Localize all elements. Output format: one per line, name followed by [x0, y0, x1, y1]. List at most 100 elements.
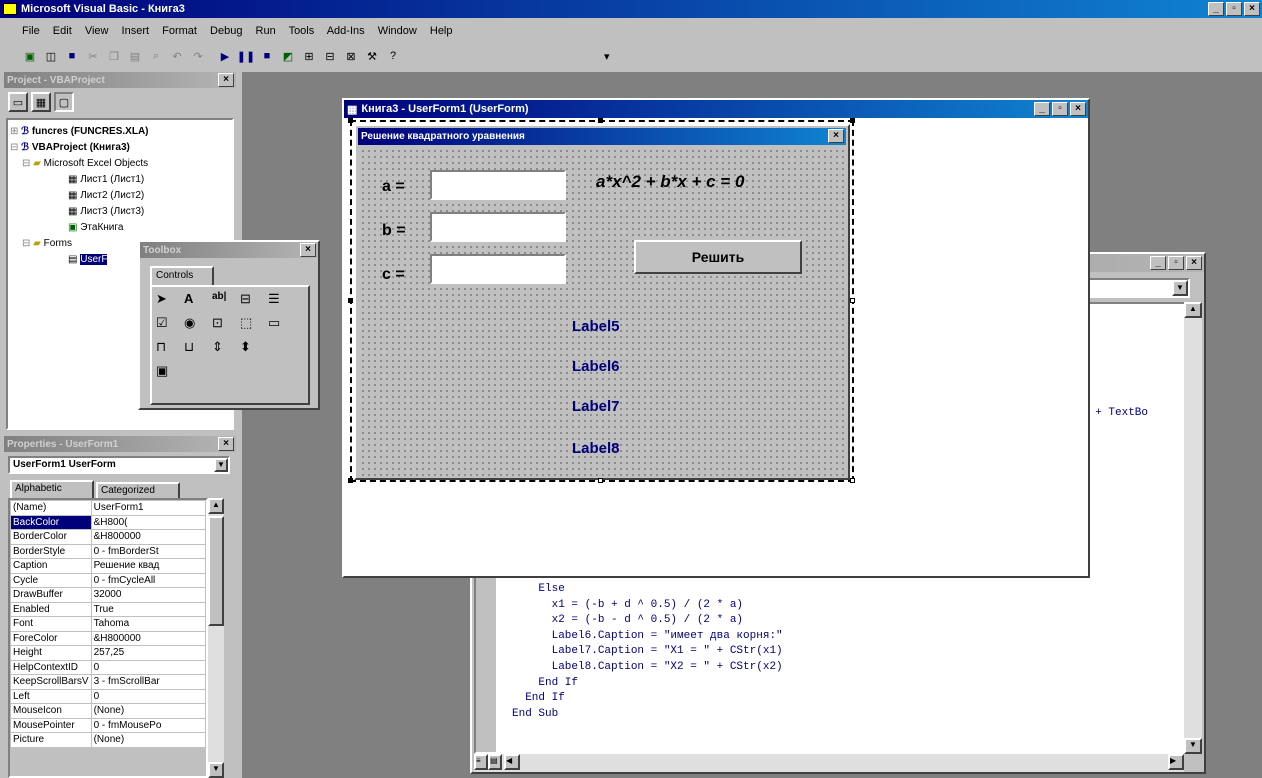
excel-icon[interactable]: ▣ [20, 46, 40, 66]
property-row[interactable]: KeepScrollBarsV 3 - fmScrollBar [10, 674, 206, 690]
resize-handle[interactable] [850, 478, 855, 483]
project-explorer-icon[interactable]: ⊞ [299, 46, 319, 66]
toolbox-tab-controls[interactable]: Controls [150, 266, 214, 286]
resize-handle[interactable] [348, 118, 353, 123]
label-icon[interactable]: A [184, 291, 212, 315]
scroll-right-icon[interactable]: ▶ [1168, 754, 1184, 770]
property-row[interactable]: HelpContextID 0 [10, 659, 206, 675]
code-restore-button[interactable]: ▫ [1168, 256, 1184, 270]
designer-close-button[interactable]: × [1070, 102, 1086, 116]
property-value[interactable]: &H800000 [90, 529, 206, 545]
property-row[interactable]: ForeColor &H800000 [10, 630, 206, 646]
view-code-icon[interactable]: ▭ [8, 92, 28, 112]
property-row[interactable]: MousePointer 0 - fmMousePo [10, 717, 206, 733]
property-row[interactable]: Left 0 [10, 688, 206, 704]
optionbutton-icon[interactable]: ◉ [184, 315, 212, 339]
undo-icon[interactable]: ↶ [167, 46, 187, 66]
tree-item-sheet3[interactable]: ▦ Лист3 (Лист3) [10, 204, 230, 220]
commandbutton-icon[interactable]: ▭ [268, 315, 296, 339]
combobox-icon[interactable]: ⊟ [240, 291, 268, 315]
menu-debug[interactable]: Debug [210, 25, 242, 37]
property-row[interactable]: DrawBuffer 32000 [10, 587, 206, 603]
insert-userform-icon[interactable]: ◫ [41, 46, 61, 66]
run-icon[interactable]: ▶ [215, 46, 235, 66]
view-object-icon[interactable]: ▦ [31, 92, 51, 112]
spinbutton-icon[interactable]: ⬍ [240, 339, 268, 363]
resize-handle[interactable] [598, 118, 603, 123]
property-row[interactable]: MouseIcon (None) [10, 703, 206, 719]
property-row[interactable]: BorderStyle 0 - fmBorderSt [10, 543, 206, 559]
menu-run[interactable]: Run [256, 25, 276, 37]
checkbox-icon[interactable]: ☑ [156, 315, 184, 339]
copy-icon[interactable]: ❐ [104, 46, 124, 66]
tree-item-vbaproject[interactable]: ⊟ ℬ VBAProject (Книга3) [10, 140, 230, 156]
code-close-button[interactable]: × [1186, 256, 1202, 270]
properties-window-icon[interactable]: ⊟ [320, 46, 340, 66]
code-minimize-button[interactable]: _ [1150, 256, 1166, 270]
restore-button[interactable]: ▫ [1226, 2, 1242, 16]
resize-handle[interactable] [850, 118, 855, 123]
property-value[interactable]: Решение квад [90, 558, 206, 574]
save-icon[interactable]: ■ [62, 46, 82, 66]
toolbox-icon[interactable]: ⚒ [362, 46, 382, 66]
property-row[interactable]: Enabled True [10, 601, 206, 617]
menu-view[interactable]: View [85, 25, 109, 37]
property-row[interactable]: Cycle 0 - fmCycleAll [10, 572, 206, 588]
object-selector[interactable]: UserForm1 UserForm ▼ [8, 456, 230, 474]
property-row[interactable]: Font Tahoma [10, 616, 206, 632]
object-browser-icon[interactable]: ⊠ [341, 46, 361, 66]
property-row[interactable]: Caption Решение квад [10, 558, 206, 574]
menu-file[interactable]: File [22, 25, 40, 37]
design-mode-icon[interactable]: ◩ [278, 46, 298, 66]
toolbox-close-button[interactable]: × [300, 243, 316, 257]
resize-handle[interactable] [348, 478, 353, 483]
chevron-down-icon[interactable]: ▼ [1172, 280, 1188, 296]
menu-addins[interactable]: Add-Ins [327, 25, 365, 37]
code-vscrollbar[interactable]: ▲ ▼ [1184, 302, 1202, 754]
resize-handle[interactable] [348, 298, 353, 303]
tree-item-sheet2[interactable]: ▦ Лист2 (Лист2) [10, 188, 230, 204]
pointer-icon[interactable]: ➤ [156, 291, 184, 315]
designer-minimize-button[interactable]: _ [1034, 102, 1050, 116]
chevron-down-icon[interactable]: ▼ [214, 458, 228, 472]
property-value[interactable]: Tahoma [90, 616, 206, 632]
menu-tools[interactable]: Tools [289, 25, 315, 37]
module-view-icon[interactable]: ▤ [488, 754, 502, 770]
redo-icon[interactable]: ↷ [188, 46, 208, 66]
menu-window[interactable]: Window [378, 25, 417, 37]
procedure-view-icon[interactable]: ≡ [474, 754, 488, 770]
listbox-icon[interactable]: ☰ [268, 291, 296, 315]
property-value[interactable]: 3 - fmScrollBar [90, 674, 206, 690]
property-value[interactable]: &H800( [90, 514, 206, 530]
reset-icon[interactable]: ■ [257, 46, 277, 66]
tree-item-sheet1[interactable]: ▦ Лист1 (Лист1) [10, 172, 230, 188]
property-row[interactable]: (Name) UserForm1 [10, 500, 206, 516]
designer-restore-button[interactable]: ▫ [1052, 102, 1068, 116]
paste-icon[interactable]: ▤ [125, 46, 145, 66]
property-value[interactable]: True [90, 601, 206, 617]
image-icon[interactable]: ▣ [156, 363, 184, 387]
tabstrip-icon[interactable]: ⊓ [156, 339, 184, 363]
tab-categorized[interactable]: Categorized [96, 482, 180, 498]
cut-icon[interactable]: ✂ [83, 46, 103, 66]
property-value[interactable]: 32000 [90, 587, 206, 603]
textbox-icon[interactable]: ab| [212, 291, 240, 315]
property-row[interactable]: Picture (None) [10, 732, 206, 748]
close-button[interactable]: × [1244, 2, 1260, 16]
tree-item-excel-objects[interactable]: ⊟ ▰ Microsoft Excel Objects [10, 156, 230, 172]
properties-close-button[interactable]: × [218, 437, 234, 451]
property-row[interactable]: Height 257,25 [10, 645, 206, 661]
tree-item-thisworkbook[interactable]: ▣ ЭтаКнига [10, 220, 230, 236]
tree-item-funcres[interactable]: ⊞ ℬ funcres (FUNCRES.XLA) [10, 124, 230, 140]
property-value[interactable]: 0 - fmCycleAll [90, 572, 206, 588]
property-value[interactable]: (None) [90, 732, 206, 748]
menu-format[interactable]: Format [162, 25, 197, 37]
resize-handle[interactable] [850, 298, 855, 303]
scrollbar-icon[interactable]: ⇕ [212, 339, 240, 363]
break-icon[interactable]: ❚❚ [236, 46, 256, 66]
find-icon[interactable]: ⌕ [146, 46, 166, 66]
frame-icon[interactable]: ⬚ [240, 315, 268, 339]
toggle-folders-icon[interactable]: ▢ [54, 92, 74, 112]
tab-alphabetic[interactable]: Alphabetic [10, 480, 94, 498]
property-value[interactable]: 0 [90, 688, 206, 704]
